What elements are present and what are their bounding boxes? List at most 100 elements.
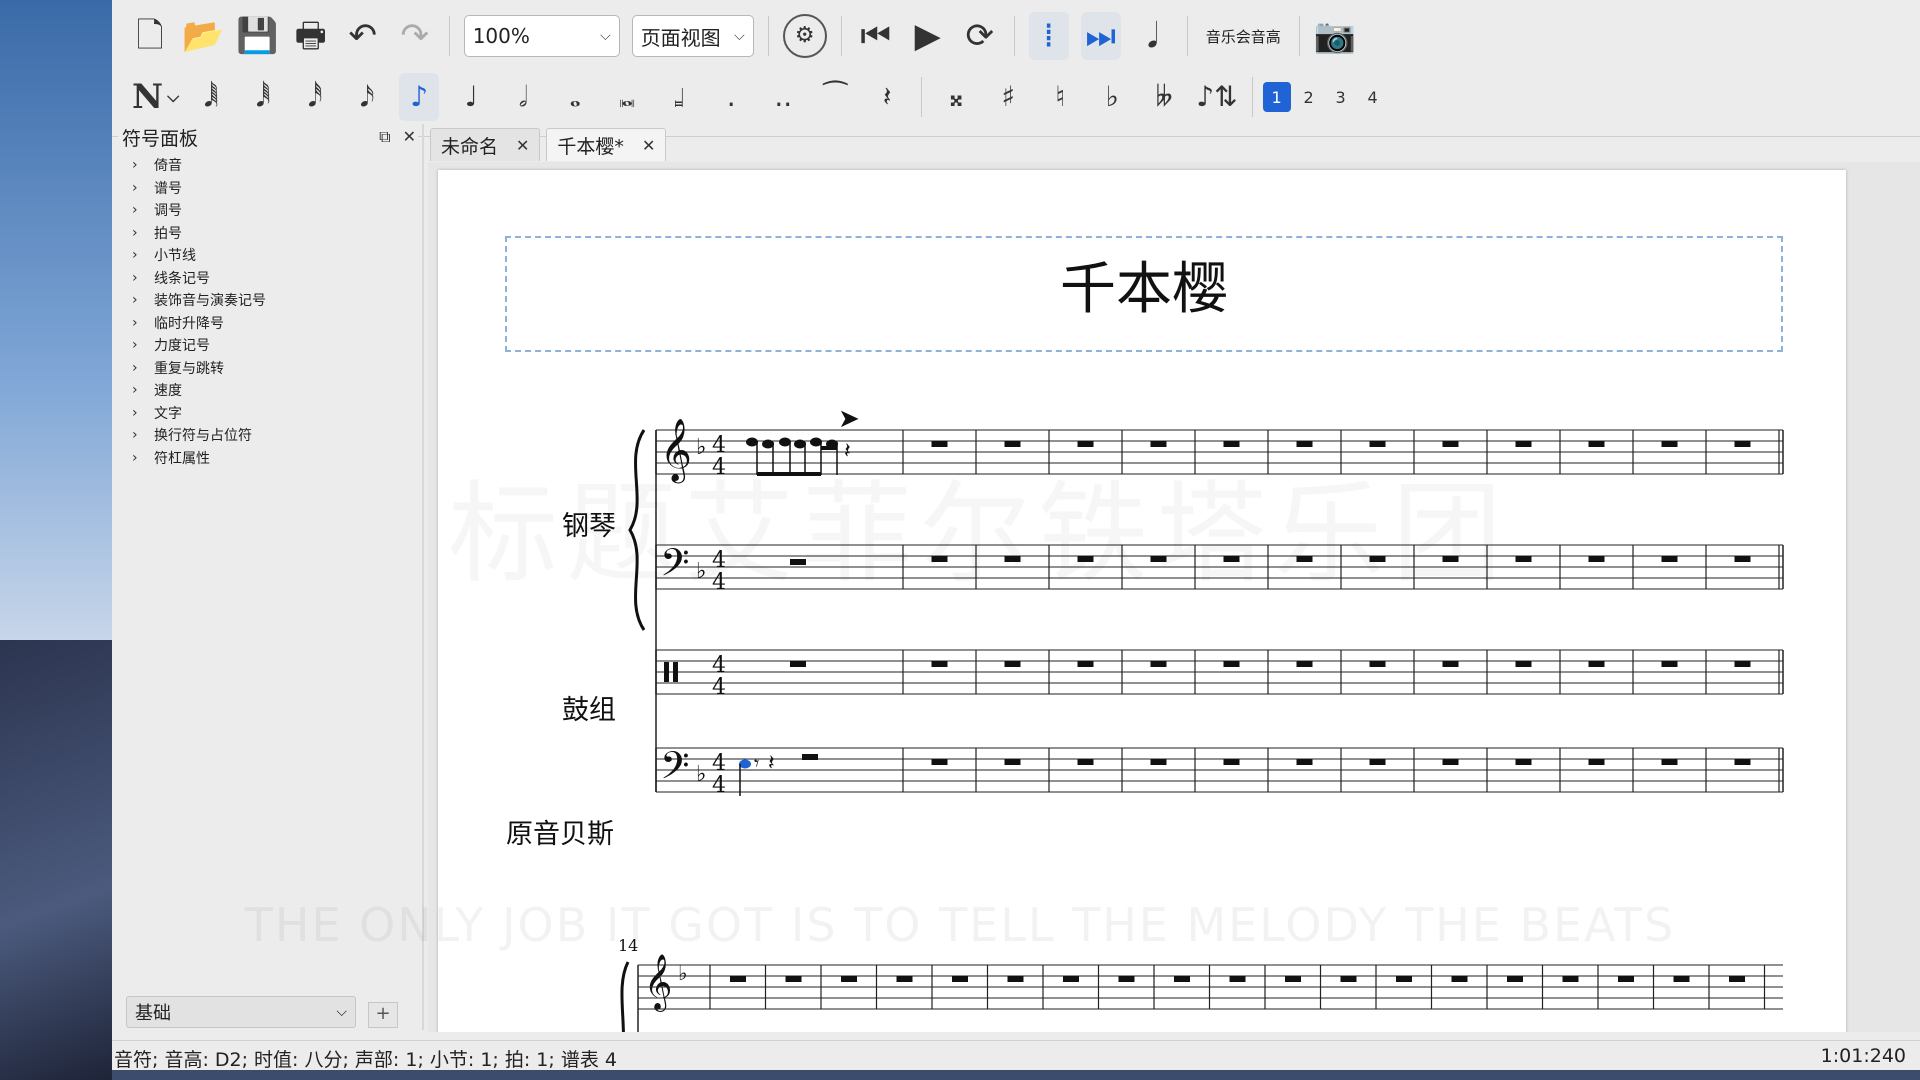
palette-item-repeats[interactable]: › 重复与跳转 xyxy=(132,357,412,380)
play-repeats-icon[interactable]: ⁞ xyxy=(1028,12,1069,60)
redo-icon[interactable]: ↷ xyxy=(395,12,435,60)
palette-item-lines[interactable]: › 线条记号 xyxy=(132,267,412,290)
selected-note-head xyxy=(739,759,751,769)
loop-icon[interactable]: ⟳ xyxy=(960,12,1000,60)
palette-item-beam-properties[interactable]: › 符杠属性 xyxy=(132,447,412,470)
palette-item-label: 线条记号 xyxy=(154,270,210,287)
palette-item-grace-notes[interactable]: › 倚音 xyxy=(132,154,412,177)
voice-4-button[interactable]: 4 xyxy=(1359,82,1387,112)
palette-item-time-signatures[interactable]: › 拍号 xyxy=(132,222,412,245)
flip-direction-icon[interactable]: ♪⇅ xyxy=(1196,73,1237,121)
concert-pitch-toggle[interactable]: 音乐会音高 xyxy=(1206,26,1281,47)
palette-item-barlines[interactable]: › 小节线 xyxy=(132,244,412,267)
whole-rest xyxy=(1661,759,1678,765)
note-input-icon[interactable]: N ⌵ xyxy=(132,73,179,121)
zoom-value: 100% xyxy=(472,24,530,48)
rest-icon[interactable]: 𝄽 xyxy=(867,73,907,121)
add-palette-button[interactable]: + xyxy=(368,1002,398,1028)
camera-icon[interactable]: 📷 xyxy=(1314,12,1356,60)
close-icon[interactable]: ✕ xyxy=(642,136,655,155)
palette-item-clefs[interactable]: › 谱号 xyxy=(132,177,412,200)
palette-item-dynamics[interactable]: › 力度记号 xyxy=(132,334,412,357)
palette-item-key-signatures[interactable]: › 调号 xyxy=(132,199,412,222)
pan-score-icon[interactable]: ⏭ xyxy=(1080,12,1121,60)
whole-rest xyxy=(896,976,913,982)
palette-controls: ⧉ ✕ xyxy=(379,127,416,147)
palette-item-label: 倚音 xyxy=(154,158,182,175)
chevron-right-icon: › xyxy=(132,292,138,309)
whole-rest xyxy=(1588,556,1605,562)
quarter-note-icon[interactable]: ♩ xyxy=(451,73,491,121)
voice-1-button[interactable]: 1 xyxy=(1262,82,1291,112)
time-signature-bottom: 4 xyxy=(712,675,726,700)
rewind-icon[interactable]: ⏮ xyxy=(856,12,896,60)
save-icon[interactable]: 💾 xyxy=(236,12,278,60)
whole-rest xyxy=(1004,661,1021,667)
status-bar: 音符; 音高: D2; 时值: 八分; 声部: 1; 小节: 1; 拍: 1; … xyxy=(112,1040,1920,1071)
eighth-note-icon[interactable]: ♪ xyxy=(399,73,440,121)
palette-header: 符号面板 ⧉ ✕ xyxy=(122,124,416,150)
natural-icon[interactable]: ♮ xyxy=(1040,73,1080,121)
palette-item-label: 调号 xyxy=(154,203,182,220)
whole-rest xyxy=(1451,976,1468,982)
whole-rest xyxy=(1734,556,1751,562)
128th-note-icon[interactable]: 𝅘𝅥𝅲 xyxy=(191,73,231,121)
whole-rest xyxy=(841,976,857,982)
palette-item-breaks[interactable]: › 换行符与占位符 xyxy=(132,424,412,447)
close-icon[interactable]: ✕ xyxy=(516,136,529,155)
palette-item-articulations[interactable]: › 装饰音与演奏记号 xyxy=(132,289,412,312)
whole-rest xyxy=(1673,976,1690,982)
chevron-right-icon: › xyxy=(132,427,138,444)
zoom-select[interactable]: 100% ⌵ xyxy=(463,15,620,57)
sharp-icon[interactable]: ♯ xyxy=(988,73,1028,121)
title-frame[interactable]: 千本樱 xyxy=(505,236,1783,352)
play-icon[interactable]: ▶ xyxy=(908,12,948,60)
undock-icon[interactable]: ⧉ xyxy=(379,127,390,147)
whole-rest xyxy=(1296,661,1313,667)
breve-icon[interactable]: 𝅜 xyxy=(607,73,647,121)
eighth-rest: 𝄾 xyxy=(754,751,759,775)
whole-rest xyxy=(1063,976,1079,982)
whole-note-icon[interactable]: 𝅝 xyxy=(555,73,595,121)
workspace-value: 基础 xyxy=(135,1003,171,1024)
panel-splitter[interactable] xyxy=(422,124,424,1030)
double-flat-icon[interactable]: 𝄫 xyxy=(1144,73,1184,121)
palette-title: 符号面板 xyxy=(122,127,199,150)
whole-rest xyxy=(1515,556,1532,562)
palette-item-text[interactable]: › 文字 xyxy=(132,402,412,425)
bass-clef-icon: 𝄢 xyxy=(660,743,690,797)
whole-rest xyxy=(1007,976,1024,982)
open-folder-icon[interactable]: 📂 xyxy=(182,12,224,60)
palette-item-label: 换行符与占位符 xyxy=(154,428,252,445)
16th-note-icon[interactable]: 𝅘𝅥𝅯 xyxy=(347,73,387,121)
desktop-wallpaper-figure xyxy=(0,640,112,1080)
tab-senbonzakura[interactable]: 千本樱* ✕ xyxy=(546,128,667,161)
close-icon[interactable]: ✕ xyxy=(403,127,416,147)
new-score-icon[interactable]: 🗋 xyxy=(130,12,170,60)
view-mode-select[interactable]: 页面视图 ⌵ xyxy=(631,15,754,57)
palette-item-label: 装饰音与演奏记号 xyxy=(154,293,266,310)
64th-note-icon[interactable]: 𝅘𝅥𝅱 xyxy=(243,73,283,121)
dot-icon[interactable]: . xyxy=(711,73,751,121)
print-icon[interactable]: 🖶 xyxy=(291,12,331,60)
palette-item-tempo[interactable]: › 速度 xyxy=(132,379,412,402)
double-dot-icon[interactable]: .. xyxy=(763,73,803,121)
whole-rest xyxy=(952,976,968,982)
whole-rest xyxy=(931,759,948,765)
voice-2-button[interactable]: 2 xyxy=(1295,82,1323,112)
half-note-icon[interactable]: 𝅗𝅥 xyxy=(503,73,543,121)
time-signature-bottom: 4 xyxy=(712,773,726,798)
double-sharp-icon[interactable]: 𝄪 xyxy=(936,73,976,121)
tab-untitled[interactable]: 未命名 ✕ xyxy=(430,128,541,161)
flat-icon[interactable]: ♭ xyxy=(1092,73,1132,121)
workspace-select[interactable]: 基础 ⌵ xyxy=(126,996,356,1028)
32nd-note-icon[interactable]: 𝅘𝅥𝅰 xyxy=(295,73,335,121)
undo-icon[interactable]: ↶ xyxy=(343,12,383,60)
score-title[interactable]: 千本樱 xyxy=(507,244,1781,325)
metronome-icon[interactable]: 𝅘𝅥 xyxy=(1133,12,1173,60)
voice-3-button[interactable]: 3 xyxy=(1327,82,1355,112)
tie-icon[interactable]: ⁀ xyxy=(815,73,855,121)
longa-icon[interactable]: 𝆷 xyxy=(659,73,699,121)
palette-item-accidentals[interactable]: › 临时升降号 xyxy=(132,312,412,335)
midi-input-icon[interactable]: ⚙ xyxy=(782,14,827,58)
